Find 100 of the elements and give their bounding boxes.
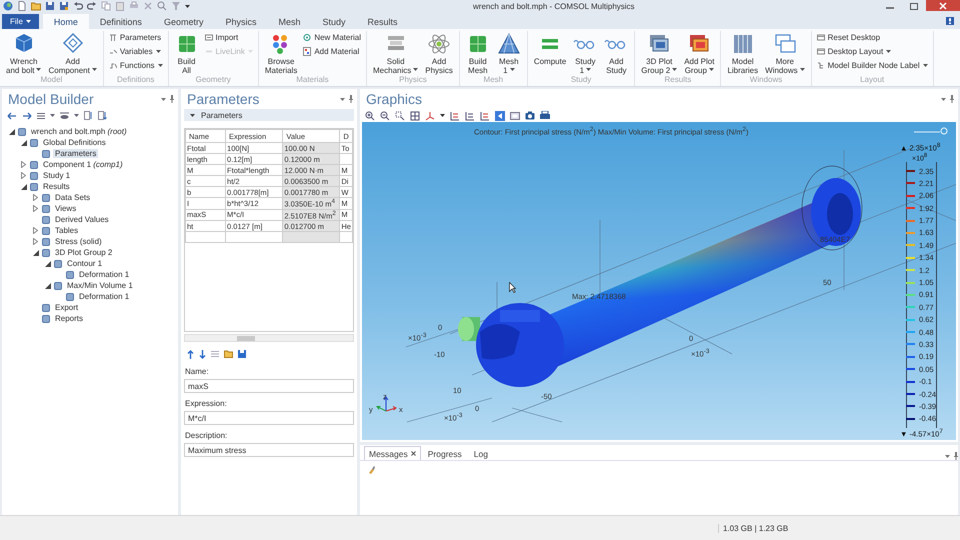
panel-tab[interactable]: Progress xyxy=(422,446,467,460)
tree-item[interactable]: wrench and bolt.mph (root) xyxy=(29,127,129,136)
axes-icon[interactable] xyxy=(425,110,435,120)
ribbon-button[interactable]: Add Plot Group xyxy=(683,31,716,75)
save-icon[interactable] xyxy=(238,350,246,358)
forward-arrow-icon[interactable] xyxy=(22,112,32,120)
ribbon-tab[interactable]: Home xyxy=(42,14,89,29)
input-field[interactable]: M*c/I xyxy=(184,411,354,425)
ribbon-tab[interactable]: Mesh xyxy=(267,14,312,29)
help-icon[interactable] xyxy=(946,17,954,25)
ribbon-button[interactable]: Study 1 xyxy=(572,31,598,75)
close-button[interactable] xyxy=(926,0,960,11)
printer-icon[interactable] xyxy=(540,111,550,120)
tree-item[interactable]: Tables xyxy=(53,226,80,235)
redo-icon[interactable] xyxy=(87,1,97,11)
zoom-out-icon[interactable] xyxy=(380,110,390,120)
ribbon-button[interactable]: Add Component xyxy=(47,31,98,75)
collapsed-arrow-icon[interactable] xyxy=(33,227,38,234)
ribbon-tab[interactable]: Geometry xyxy=(152,14,214,29)
ribbon-button[interactable]: Compute xyxy=(532,31,568,75)
transparency-icon[interactable] xyxy=(510,110,520,120)
ribbon-button[interactable]: Parameters xyxy=(108,32,163,43)
tree-item[interactable]: Results xyxy=(41,182,72,191)
ribbon-button[interactable]: Desktop Layout xyxy=(816,46,928,57)
save-icon[interactable] xyxy=(59,1,69,11)
tree-item[interactable]: Study 1 xyxy=(41,171,72,180)
zx-view-icon[interactable] xyxy=(480,110,490,120)
zoom-extents-icon[interactable] xyxy=(410,110,420,120)
save-icon[interactable] xyxy=(45,1,55,11)
tree-item[interactable]: Reports xyxy=(53,314,86,323)
collapsed-arrow-icon[interactable] xyxy=(33,238,38,245)
list-icon[interactable] xyxy=(37,112,45,120)
panel-tab[interactable]: Messages xyxy=(364,446,421,460)
collapsed-arrow-icon[interactable] xyxy=(33,205,38,212)
ribbon-tab[interactable]: Study xyxy=(311,14,356,29)
ribbon-tab[interactable]: Physics xyxy=(214,14,268,29)
pin-icon[interactable] xyxy=(349,95,353,103)
expanded-arrow-icon[interactable] xyxy=(44,260,50,266)
ribbon-button[interactable]: Variables xyxy=(108,46,163,57)
section-header[interactable]: Parameters xyxy=(184,109,354,121)
ribbon-button[interactable]: Mesh 1 xyxy=(496,31,522,75)
ribbon-button[interactable]: Functions xyxy=(108,60,163,71)
tree-item[interactable]: Data Sets xyxy=(53,193,92,202)
ribbon-button[interactable]: Build All xyxy=(174,31,200,75)
tree-item[interactable]: Parameters xyxy=(53,149,98,158)
input-field[interactable]: maxS xyxy=(184,379,354,393)
pin-icon[interactable] xyxy=(954,452,958,460)
ribbon-button[interactable]: More Windows xyxy=(764,31,806,75)
collapsed-arrow-icon[interactable] xyxy=(33,194,38,201)
expanded-arrow-icon[interactable] xyxy=(44,282,50,288)
ribbon-button[interactable]: Add Material xyxy=(303,46,362,57)
tree-item[interactable]: Deformation 1 xyxy=(77,292,132,301)
ribbon-button[interactable]: Browse Materials xyxy=(264,31,298,75)
zoom-box-icon[interactable] xyxy=(395,110,405,120)
ribbon-button[interactable]: Solid Mechanics xyxy=(372,31,420,75)
expanded-arrow-icon[interactable] xyxy=(32,250,38,256)
expanded-arrow-icon[interactable] xyxy=(8,128,14,134)
panel-tab[interactable]: Log xyxy=(468,446,493,460)
ribbon-button[interactable]: Import xyxy=(204,32,253,43)
tree-item[interactable]: Component 1 (comp1) xyxy=(41,160,125,169)
tree-item[interactable]: Max/Min Volume 1 xyxy=(65,281,135,290)
ribbon-button[interactable]: Add Study xyxy=(603,31,630,75)
move-up-icon[interactable] xyxy=(187,350,194,358)
ribbon-button[interactable]: Build Mesh xyxy=(464,31,491,75)
zoom-icon[interactable] xyxy=(157,1,167,11)
app-logo-icon[interactable] xyxy=(3,1,13,11)
ribbon-tab[interactable]: Definitions xyxy=(88,14,153,29)
collapsed-arrow-icon[interactable] xyxy=(21,172,26,179)
undo-icon[interactable] xyxy=(73,1,83,11)
ribbon-button[interactable]: 3D Plot Group 2 xyxy=(640,31,678,75)
file-menu-button[interactable]: File xyxy=(2,14,39,29)
expand-all-icon[interactable] xyxy=(84,111,93,120)
collapsed-arrow-icon[interactable] xyxy=(21,161,26,168)
yz-view-icon[interactable] xyxy=(465,110,475,120)
back-arrow-icon[interactable] xyxy=(7,112,17,120)
tree-item[interactable]: Stress (solid) xyxy=(53,237,104,246)
ribbon-button[interactable]: Wrench and bolt xyxy=(5,31,42,75)
ribbon-button[interactable]: Model Libraries xyxy=(726,31,760,75)
tree-item[interactable]: Contour 1 xyxy=(65,259,104,268)
input-field[interactable]: Maximum stress xyxy=(184,443,354,457)
tree-item[interactable]: Views xyxy=(53,204,78,213)
ribbon-tab[interactable]: Results xyxy=(356,14,409,29)
expanded-arrow-icon[interactable] xyxy=(20,184,26,190)
tree-item[interactable]: Deformation 1 xyxy=(77,270,132,279)
move-down-icon[interactable] xyxy=(199,350,206,358)
ribbon-button[interactable]: Reset Desktop xyxy=(816,32,928,43)
folder-icon[interactable] xyxy=(224,350,233,358)
xy-view-icon[interactable] xyxy=(450,110,460,120)
zoom-in-icon[interactable] xyxy=(365,110,375,120)
pin-icon[interactable] xyxy=(170,95,174,103)
close-icon[interactable] xyxy=(410,451,416,456)
camera-icon[interactable] xyxy=(525,111,535,120)
collapse-all-icon[interactable] xyxy=(98,111,107,120)
tree-item[interactable]: 3D Plot Group 2 xyxy=(53,248,114,257)
horizontal-scrollbar[interactable] xyxy=(184,334,354,342)
eye-icon[interactable] xyxy=(60,112,69,120)
ribbon-button[interactable]: Model Builder Node Label xyxy=(816,60,928,71)
tree-item[interactable]: Global Definitions xyxy=(41,138,108,147)
tree-item[interactable]: Derived Values xyxy=(53,215,111,224)
pin-icon[interactable] xyxy=(950,95,954,103)
